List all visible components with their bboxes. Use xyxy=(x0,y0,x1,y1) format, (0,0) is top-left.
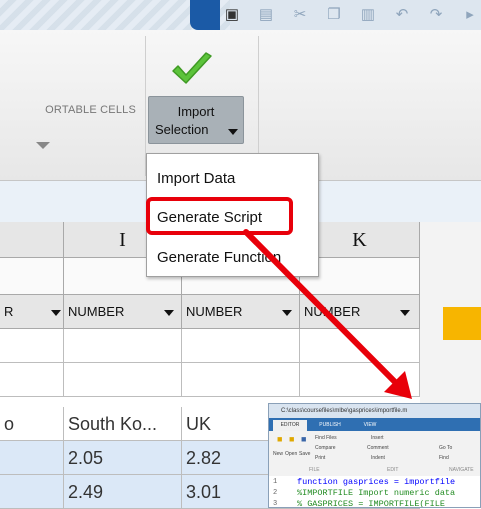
layout-icon[interactable]: ▣ xyxy=(222,5,242,25)
table-cell[interactable] xyxy=(64,363,182,397)
editor-tabstrip: EDITOR PUBLISH VIEW xyxy=(269,418,480,431)
open-icon[interactable]: ■ xyxy=(289,434,294,444)
line-number: 2 xyxy=(273,489,278,497)
paste-icon[interactable]: ▥ xyxy=(358,5,378,25)
type-label: NUMBER xyxy=(304,304,361,319)
find-files-label[interactable]: Find Files xyxy=(315,435,337,441)
import-selection-button[interactable]: Import Selection xyxy=(148,96,244,144)
folder-icon[interactable]: ■ xyxy=(277,434,282,444)
type-dropdown-icon[interactable] xyxy=(281,309,292,316)
chevron-down-icon xyxy=(228,129,238,135)
editor-title: C:\class\coursefiles\mlbe\gasprices\impo… xyxy=(269,404,480,418)
print-label[interactable]: Print xyxy=(315,455,325,461)
table-cell[interactable] xyxy=(0,363,64,397)
undo-icon[interactable]: ↶ xyxy=(392,5,412,25)
line-number: 1 xyxy=(273,478,278,486)
variable-name-cell[interactable] xyxy=(0,258,64,295)
file-section-label: FILE xyxy=(309,467,320,473)
table-cell[interactable] xyxy=(0,475,64,509)
indent-label[interactable]: Indent xyxy=(371,455,385,461)
code-line: %IMPORTFILE Import numeric data xyxy=(297,488,456,498)
import-button-label-line1: Import xyxy=(177,104,215,119)
table-cell[interactable]: South Ko... xyxy=(64,407,182,441)
unimportable-cells-label: ORTABLE CELLS xyxy=(45,104,136,116)
tab-view[interactable]: VIEW xyxy=(353,420,387,431)
comment-label[interactable]: Comment xyxy=(367,445,389,451)
type-header[interactable]: NUMBER xyxy=(182,295,300,329)
find-label[interactable]: Find xyxy=(439,455,449,461)
type-dropdown-icon[interactable] xyxy=(51,309,62,316)
goto-label[interactable]: Go To xyxy=(439,445,452,451)
menu-item-import-data[interactable]: Import Data xyxy=(157,170,235,187)
checkmark-icon xyxy=(172,52,212,84)
title-accent xyxy=(190,0,220,30)
table-cell[interactable]: 2.49 xyxy=(64,475,182,509)
line-number: 3 xyxy=(273,500,278,508)
column-header[interactable] xyxy=(0,222,64,258)
compare-label[interactable]: Compare xyxy=(315,445,336,451)
type-label: NUMBER xyxy=(186,304,243,319)
code-line: % GASPRICES = IMPORTFILE(FILE xyxy=(297,499,445,508)
edit-section-label: EDIT xyxy=(387,467,399,473)
highlight-box xyxy=(146,197,293,235)
editor-preview: C:\class\coursefiles\mlbe\gasprices\impo… xyxy=(268,403,481,508)
tab-publish[interactable]: PUBLISH xyxy=(313,420,347,431)
table-cell[interactable]: 2.05 xyxy=(64,441,182,475)
import-button-label-line2: Selection xyxy=(155,122,209,137)
save-icon[interactable]: ▤ xyxy=(256,5,276,25)
type-dropdown-icon[interactable] xyxy=(163,309,174,316)
type-dropdown-icon[interactable] xyxy=(399,309,410,316)
table-cell[interactable] xyxy=(182,363,300,397)
table-cell[interactable] xyxy=(0,329,64,363)
editor-ribbon: ■ ■ ■ Find Files Compare Print New Open … xyxy=(269,431,480,477)
redo-icon[interactable]: ↷ xyxy=(426,5,446,25)
code-line: function gasprices = importfile xyxy=(297,477,456,487)
table-cell[interactable] xyxy=(300,363,420,397)
type-header[interactable]: R xyxy=(0,295,64,329)
unimportable-dropdown-icon[interactable] xyxy=(36,142,50,149)
new-label[interactable]: New xyxy=(273,451,283,457)
table-cell[interactable] xyxy=(300,329,420,363)
table-cell[interactable]: o xyxy=(0,407,64,441)
title-strip: ▣ ▤ ✂ ❐ ▥ ↶ ↷ ▸ xyxy=(0,0,481,30)
type-header[interactable]: NUMBER xyxy=(300,295,420,329)
type-label: R xyxy=(4,304,14,319)
type-label: NUMBER xyxy=(68,304,125,319)
more-icon[interactable]: ▸ xyxy=(460,5,480,25)
save-label[interactable]: Save xyxy=(299,451,310,457)
code-area[interactable]: 1 function gasprices = importfile 2 %IMP… xyxy=(269,476,480,508)
table-cell[interactable] xyxy=(0,441,64,475)
navigate-section-label: NAVIGATE xyxy=(449,467,474,473)
table-cell[interactable] xyxy=(64,329,182,363)
type-header[interactable]: NUMBER xyxy=(64,295,182,329)
tab-editor[interactable]: EDITOR xyxy=(273,420,307,431)
menu-item-generate-function[interactable]: Generate Function xyxy=(157,249,281,266)
accent-block xyxy=(443,307,481,340)
open-label[interactable]: Open xyxy=(285,451,297,457)
table-cell[interactable] xyxy=(182,329,300,363)
insert-label[interactable]: Insert xyxy=(371,435,384,441)
copy-icon[interactable]: ❐ xyxy=(324,5,344,25)
save-icon[interactable]: ■ xyxy=(301,434,306,444)
cut-icon[interactable]: ✂ xyxy=(290,5,310,25)
